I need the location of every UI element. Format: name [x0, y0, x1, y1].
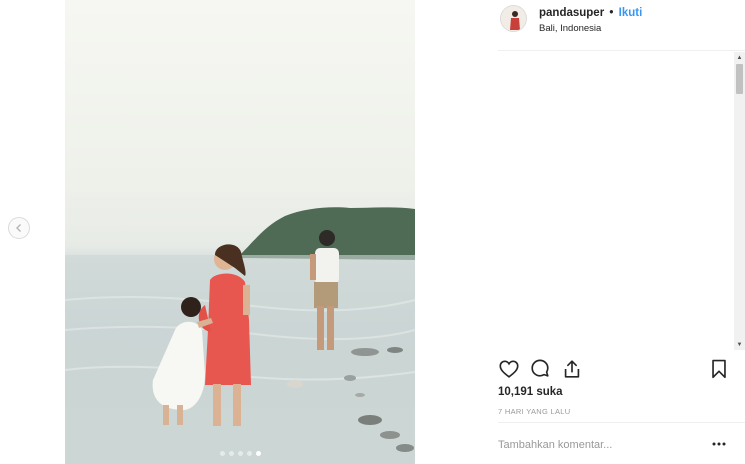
carousel-dots: [65, 451, 415, 456]
carousel-dot: [237, 451, 243, 456]
like-button[interactable]: [498, 358, 520, 380]
avatar-image: [501, 6, 526, 31]
likes-count[interactable]: 10,191 suka: [498, 386, 563, 398]
share-icon: [564, 360, 580, 378]
comment-icon: [531, 359, 549, 377]
carousel-dot-active: [255, 451, 261, 456]
carousel-prev-button[interactable]: [8, 217, 30, 239]
left-margin: [0, 0, 65, 464]
post-side-panel: pandasuper • Ikuti Bali, Indonesia ▲ ▼ 1…: [498, 0, 745, 464]
save-button[interactable]: [708, 358, 730, 380]
comments-area[interactable]: [498, 52, 745, 350]
scroll-down-arrow[interactable]: ▼: [734, 339, 745, 350]
post-header: pandasuper • Ikuti Bali, Indonesia: [498, 0, 745, 51]
post-photo[interactable]: [65, 0, 415, 464]
add-comment-section: [498, 422, 745, 464]
more-options-icon: [712, 442, 726, 446]
chevron-left-icon: [16, 224, 21, 232]
follow-button[interactable]: Ikuti: [619, 7, 643, 19]
action-bar: [498, 358, 745, 384]
comments-scrollbar[interactable]: ▲ ▼: [734, 52, 745, 350]
header-line: pandasuper • Ikuti: [539, 7, 642, 19]
username-link[interactable]: pandasuper: [539, 7, 604, 19]
photo-gap: [415, 0, 498, 464]
post-timestamp[interactable]: 7 HARI YANG LALU: [498, 407, 570, 416]
bookmark-icon: [712, 359, 726, 379]
share-button[interactable]: [561, 358, 583, 380]
location-link[interactable]: Bali, Indonesia: [539, 23, 601, 34]
comment-input[interactable]: [498, 435, 698, 455]
beach-photo-image: [65, 207, 415, 464]
comment-button[interactable]: [529, 358, 551, 380]
scrollbar-thumb[interactable]: [736, 64, 743, 94]
separator-dot: •: [609, 7, 614, 19]
scroll-up-arrow[interactable]: ▲: [734, 52, 745, 63]
carousel-dot: [219, 451, 225, 456]
more-options-button[interactable]: [710, 435, 728, 453]
carousel-dot: [246, 451, 252, 456]
heart-icon: [499, 360, 519, 378]
carousel-dot: [228, 451, 234, 456]
avatar[interactable]: [500, 5, 527, 32]
